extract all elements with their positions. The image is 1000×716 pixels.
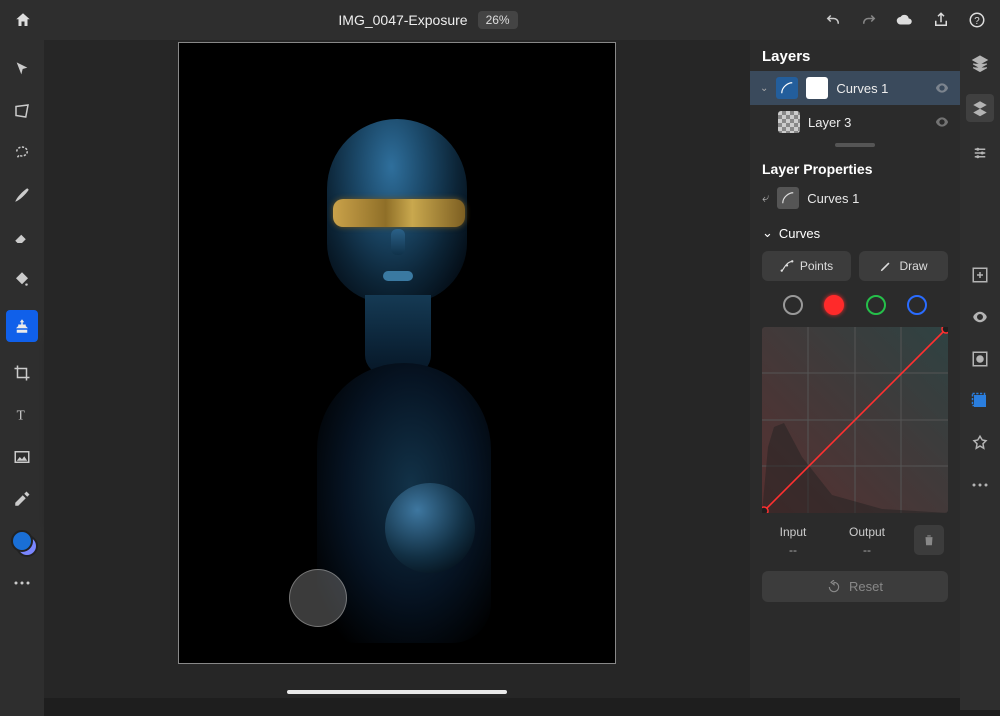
document-title: IMG_0047-Exposure [338,12,467,28]
reset-button[interactable]: Reset [762,571,948,602]
panel-resize-handle[interactable] [835,143,875,147]
layers-panel-title: Layers [750,40,960,71]
eyedropper-tool-icon[interactable] [11,488,33,510]
effects-dock-icon[interactable] [969,432,991,454]
right-dock [960,40,1000,710]
visibility-dock-icon[interactable] [969,306,991,328]
properties-dock-icon[interactable] [969,142,991,164]
svg-text:T: T [17,408,25,423]
home-icon[interactable] [14,11,32,29]
fill-tool-icon[interactable] [11,268,33,290]
visibility-icon[interactable] [934,114,950,130]
layer-thumb-transparent [778,111,800,133]
top-bar: IMG_0047-Exposure 26% ? [0,0,1000,40]
clone-stamp-tool-icon[interactable] [6,310,38,342]
curves-io-row: Input -- Output -- [750,519,960,561]
left-toolbar: T [0,40,44,716]
curves-points-button[interactable]: Points [762,251,851,281]
text-tool-icon[interactable]: T [11,404,33,426]
output-value: -- [840,543,894,557]
curve-point-shadow[interactable] [762,507,768,513]
brush-tool-icon[interactable] [11,184,33,206]
curves-graph[interactable] [762,327,948,513]
place-image-tool-icon[interactable] [11,446,33,468]
mask-dock-icon[interactable] [969,348,991,370]
lasso-tool-icon[interactable] [11,142,33,164]
zoom-badge[interactable]: 26% [478,11,518,29]
curve-point-highlight[interactable] [942,327,948,333]
add-dock-icon[interactable] [969,264,991,286]
crop-tool-icon[interactable] [11,362,33,384]
image-content [237,83,557,643]
layer-thumb-adjustment-icon [776,77,798,99]
curves-section-header[interactable]: ⌄Curves [750,219,960,247]
adjustment-type-icon [777,187,799,209]
adjustment-name: Curves 1 [807,191,859,206]
layer-row[interactable]: Layer 3 [750,105,960,139]
layer-name: Layer 3 [808,115,926,130]
channel-blue[interactable] [907,295,927,315]
color-well[interactable] [11,530,33,552]
svg-text:?: ? [974,16,980,27]
transform-tool-icon[interactable] [11,100,33,122]
channel-green[interactable] [866,295,886,315]
brush-cursor [289,569,347,627]
chevron-down-icon: ⌄ [762,225,773,241]
output-label: Output [840,525,894,539]
redo-icon[interactable] [860,11,878,29]
channel-master[interactable] [783,295,803,315]
canvas[interactable] [178,42,616,664]
layer-properties-row: ⤶ Curves 1 [750,183,960,219]
layer-row-curves[interactable]: ⌄ Curves 1 [750,71,960,105]
adjustments-dock-icon[interactable] [966,94,994,122]
input-label: Input [766,525,820,539]
layer-properties-title: Layer Properties [750,151,960,183]
more-dock-icon[interactable] [969,474,991,496]
curves-draw-button[interactable]: Draw [859,251,948,281]
canvas-area[interactable] [44,40,750,698]
right-panel: Layers ⌄ Curves 1 Layer 3 Layer Properti… [750,40,960,698]
eraser-tool-icon[interactable] [11,226,33,248]
visibility-icon[interactable] [934,80,950,96]
collapse-icon[interactable]: ⤶ [762,190,769,206]
help-icon[interactable]: ? [968,11,986,29]
move-tool-icon[interactable] [11,58,33,80]
layer-name: Curves 1 [836,81,926,96]
more-tools-icon[interactable] [11,572,33,594]
share-icon[interactable] [932,11,950,29]
undo-icon[interactable] [824,11,842,29]
channel-red[interactable] [824,295,844,315]
layer-mask-thumb[interactable] [806,77,828,99]
home-indicator [287,690,507,694]
cloud-icon[interactable] [896,11,914,29]
delete-point-button[interactable] [914,525,944,555]
channel-selector [750,285,960,321]
input-value: -- [766,543,820,557]
selection-dock-icon[interactable] [969,390,991,412]
layers-dock-icon[interactable] [969,52,991,74]
